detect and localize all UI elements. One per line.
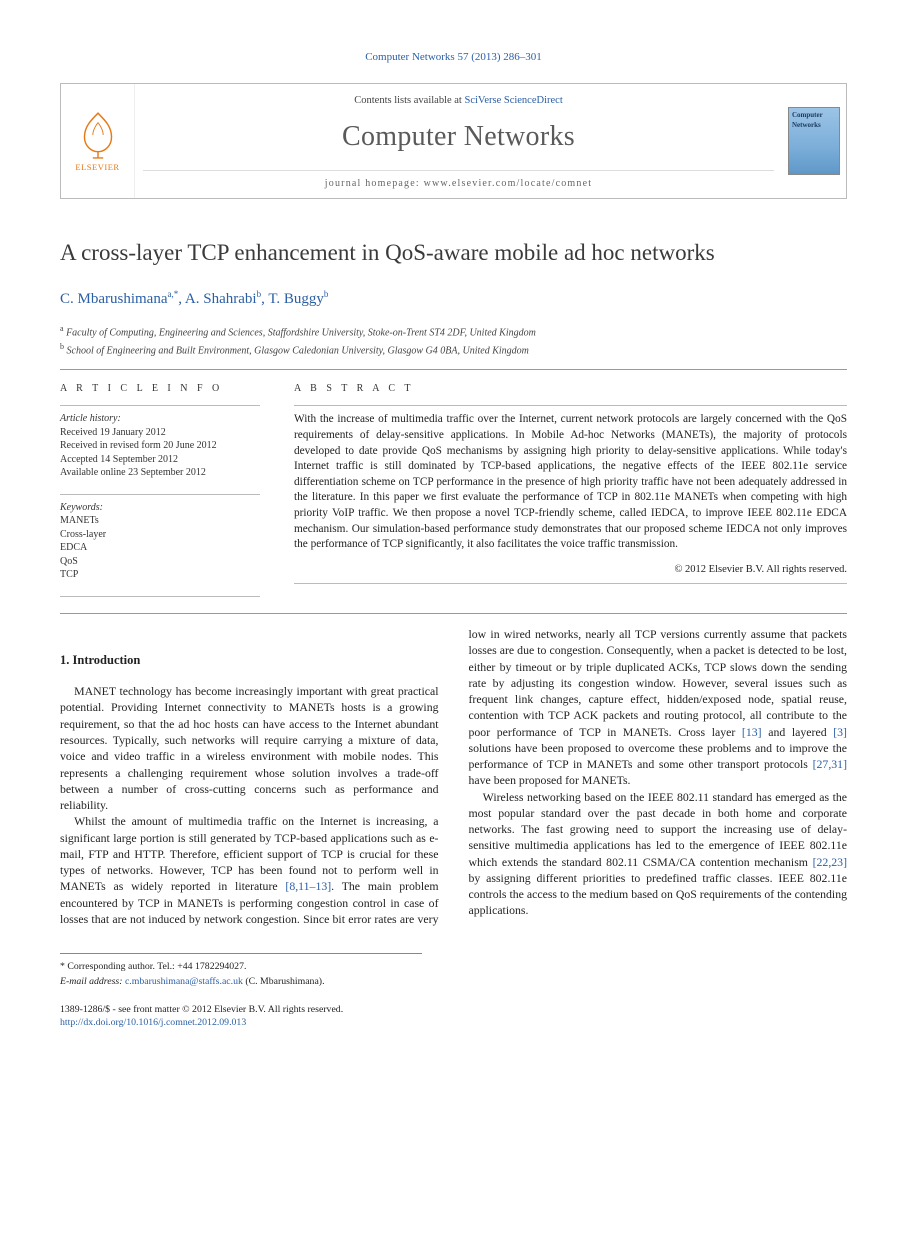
front-matter-line: 1389-1286/$ - see front matter © 2012 El… (60, 1003, 847, 1029)
text-run: by assigning different priorities to pre… (469, 871, 848, 918)
affiliation-a: Faculty of Computing, Engineering and Sc… (66, 328, 536, 339)
citation-link[interactable]: [13] (742, 725, 762, 739)
tree-icon (72, 108, 124, 160)
text-run: have been proposed for MANETs. (469, 773, 631, 787)
online-date: Available online 23 September 2012 (60, 466, 260, 480)
issn-copyright: 1389-1286/$ - see front matter © 2012 El… (60, 1003, 847, 1016)
separator (60, 369, 847, 370)
keyword: EDCA (60, 541, 260, 555)
author-2-aff: b (257, 289, 262, 299)
affiliation-b: School of Engineering and Built Environm… (67, 345, 529, 356)
author-list: C. Mbarushimanaa,*, A. Shahrabib, T. Bug… (60, 288, 847, 309)
corresponding-author: * Corresponding author. Tel.: +44 178229… (60, 960, 422, 973)
article-body: 1. Introduction MANET technology has bec… (60, 626, 847, 927)
keyword: QoS (60, 555, 260, 569)
citation-link[interactable]: [3] (833, 725, 847, 739)
history-label: Article history: (60, 412, 260, 426)
separator (60, 613, 847, 614)
author-3-aff: b (324, 289, 329, 299)
sciencedirect-link[interactable]: SciVerse ScienceDirect (464, 95, 562, 106)
citation-link[interactable]: [22,23] (813, 855, 847, 869)
citation-link[interactable]: [27,31] (813, 757, 847, 771)
keyword: TCP (60, 568, 260, 582)
journal-name: Computer Networks (143, 118, 774, 156)
corresponding-star-icon: * (174, 289, 179, 299)
cover-title: Computer Networks (792, 111, 836, 130)
received-date: Received 19 January 2012 (60, 426, 260, 440)
journal-homepage: journal homepage: www.elsevier.com/locat… (143, 170, 774, 191)
citation-link[interactable]: [8,11–13] (285, 879, 331, 893)
contents-prefix: Contents lists available at (354, 95, 464, 106)
footnote: * Corresponding author. Tel.: +44 178229… (60, 953, 422, 988)
text-run: Wireless networking based on the IEEE 80… (469, 790, 848, 869)
revised-date: Received in revised form 20 June 2012 (60, 439, 260, 453)
email-label: E-mail address: (60, 976, 123, 987)
abstract-copyright: © 2012 Elsevier B.V. All rights reserved… (294, 563, 847, 577)
keyword: Cross-layer (60, 528, 260, 542)
email-attribution: (C. Mbarushimana). (245, 976, 324, 987)
email-line: E-mail address: c.mbarushimana@staffs.ac… (60, 975, 422, 988)
elsevier-text: ELSEVIER (75, 162, 119, 173)
abstract-text: With the increase of multimedia traffic … (294, 412, 847, 552)
text-run: and layered (762, 725, 834, 739)
article-title: A cross-layer TCP enhancement in QoS-awa… (60, 239, 847, 268)
email-link[interactable]: c.mbarushimana@staffs.ac.uk (125, 976, 243, 987)
elsevier-logo: ELSEVIER (61, 84, 135, 198)
keyword: MANETs (60, 514, 260, 528)
accepted-date: Accepted 14 September 2012 (60, 453, 260, 467)
section-1-heading: 1. Introduction (60, 652, 439, 669)
affiliations: a Faculty of Computing, Engineering and … (60, 323, 847, 359)
journal-header: ELSEVIER Contents lists available at Sci… (60, 83, 847, 199)
paragraph: Wireless networking based on the IEEE 80… (469, 789, 848, 919)
header-center: Contents lists available at SciVerse Sci… (135, 84, 782, 198)
text-run: solutions have been proposed to overcome… (469, 741, 848, 771)
article-info: A R T I C L E I N F O Article history: R… (60, 382, 260, 603)
paragraph: MANET technology has become increasingly… (60, 683, 439, 813)
abstract-heading: A B S T R A C T (294, 382, 847, 396)
journal-cover-thumb: Computer Networks (782, 84, 846, 198)
doi-link[interactable]: http://dx.doi.org/10.1016/j.comnet.2012.… (60, 1017, 246, 1028)
author-2: A. Shahrabi (185, 291, 257, 307)
contents-line: Contents lists available at SciVerse Sci… (143, 94, 774, 108)
article-info-heading: A R T I C L E I N F O (60, 382, 260, 396)
author-3: T. Buggy (268, 291, 324, 307)
author-1: C. Mbarushimana (60, 291, 167, 307)
abstract: A B S T R A C T With the increase of mul… (294, 382, 847, 603)
keywords-label: Keywords: (60, 501, 260, 515)
journal-reference: Computer Networks 57 (2013) 286–301 (60, 50, 847, 65)
